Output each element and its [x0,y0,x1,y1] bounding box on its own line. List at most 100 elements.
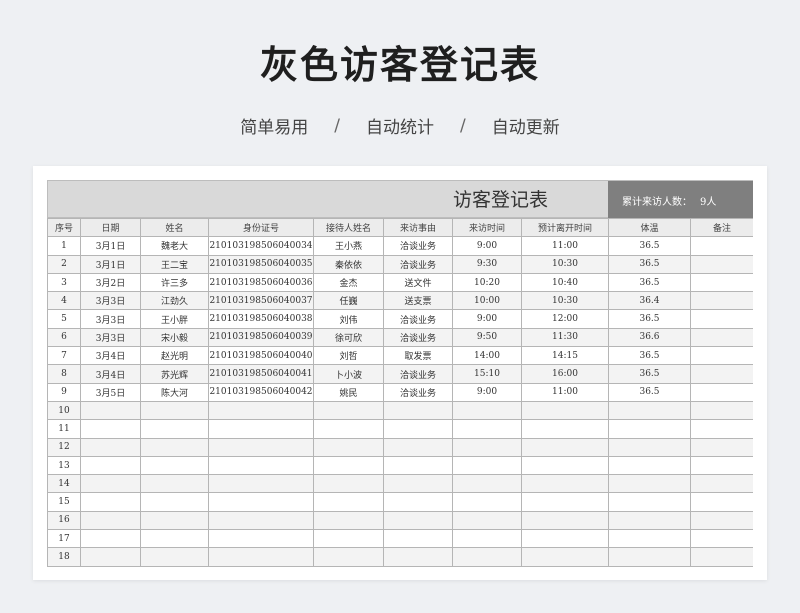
table-cell[interactable] [690,529,753,549]
table-cell[interactable]: 魏老大 [140,236,209,256]
table-cell[interactable]: 9:00 [452,236,522,256]
table-cell[interactable]: 刘哲 [313,346,384,366]
table-cell[interactable] [80,437,141,457]
table-cell[interactable] [521,510,609,531]
table-cell[interactable]: 江劲久 [140,291,209,311]
table-cell[interactable] [521,529,609,549]
table-cell[interactable]: 任巍 [313,291,384,311]
table-cell[interactable] [140,455,209,476]
table-cell[interactable]: 36.6 [608,327,691,348]
table-cell[interactable]: 210103198506040036 [208,272,314,293]
table-cell[interactable] [140,547,209,567]
table-cell[interactable]: 秦依依 [313,254,384,274]
table-cell[interactable]: 36.5 [608,254,691,274]
table-cell[interactable]: 12:00 [521,309,609,329]
table-cell[interactable]: 3月3日 [80,309,141,329]
table-cell[interactable]: 洽谈业务 [383,327,453,348]
table-cell[interactable]: 9:50 [452,327,522,348]
table-cell[interactable]: 苏光辉 [140,364,209,384]
table-cell[interactable]: 赵光明 [140,346,209,366]
table-cell[interactable]: 12 [47,437,81,457]
table-cell[interactable]: 5 [47,309,81,329]
table-cell[interactable]: 210103198506040039 [208,327,314,348]
table-cell[interactable]: 金杰 [313,272,384,293]
table-cell[interactable] [80,510,141,531]
table-cell[interactable] [208,547,314,567]
table-cell[interactable]: 210103198506040040 [208,346,314,366]
table-cell[interactable]: 王小胖 [140,309,209,329]
table-cell[interactable] [521,419,609,439]
table-cell[interactable] [452,419,522,439]
table-cell[interactable] [690,547,753,567]
table-cell[interactable] [608,474,691,494]
table-cell[interactable] [313,492,384,512]
table-cell[interactable] [608,547,691,567]
table-cell[interactable]: 11:00 [521,382,609,402]
table-cell[interactable] [140,492,209,512]
table-cell[interactable] [140,529,209,549]
table-cell[interactable] [208,529,314,549]
table-cell[interactable]: 15 [47,492,81,512]
table-cell[interactable] [208,400,314,421]
table-cell[interactable] [140,474,209,494]
table-cell[interactable]: 1 [47,236,81,256]
table-cell[interactable] [452,529,522,549]
table-cell[interactable] [690,492,753,512]
table-cell[interactable] [690,364,753,384]
table-cell[interactable]: 11 [47,419,81,439]
table-cell[interactable] [313,529,384,549]
table-cell[interactable]: 210103198506040035 [208,254,314,274]
table-cell[interactable]: 14:00 [452,346,522,366]
table-cell[interactable] [313,455,384,476]
table-cell[interactable]: 16:00 [521,364,609,384]
table-cell[interactable] [608,419,691,439]
table-cell[interactable] [208,510,314,531]
table-cell[interactable]: 210103198506040038 [208,309,314,329]
table-cell[interactable]: 10:40 [521,272,609,293]
table-cell[interactable] [608,510,691,531]
table-cell[interactable] [608,437,691,457]
table-cell[interactable]: 宋小毅 [140,327,209,348]
table-cell[interactable]: 14 [47,474,81,494]
table-cell[interactable]: 10:30 [521,254,609,274]
table-cell[interactable] [313,419,384,439]
table-cell[interactable]: 210103198506040037 [208,291,314,311]
table-cell[interactable]: 3月5日 [80,382,141,402]
table-cell[interactable] [690,400,753,421]
table-cell[interactable] [452,437,522,457]
table-cell[interactable]: 4 [47,291,81,311]
table-cell[interactable]: 14:15 [521,346,609,366]
table-cell[interactable] [383,547,453,567]
table-cell[interactable]: 18 [47,547,81,567]
table-cell[interactable]: 9 [47,382,81,402]
table-cell[interactable] [521,455,609,476]
table-cell[interactable] [208,492,314,512]
table-cell[interactable]: 许三多 [140,272,209,293]
table-cell[interactable]: 3 [47,272,81,293]
table-cell[interactable]: 10:00 [452,291,522,311]
table-cell[interactable] [313,400,384,421]
table-cell[interactable] [690,327,753,348]
table-cell[interactable]: 3月4日 [80,346,141,366]
table-cell[interactable] [521,492,609,512]
table-cell[interactable] [690,455,753,476]
table-cell[interactable]: 卜小波 [313,364,384,384]
table-cell[interactable]: 3月3日 [80,327,141,348]
table-cell[interactable] [383,437,453,457]
table-cell[interactable]: 9:00 [452,382,522,402]
table-cell[interactable]: 3月4日 [80,364,141,384]
table-cell[interactable] [383,529,453,549]
table-cell[interactable] [690,309,753,329]
table-cell[interactable]: 9:00 [452,309,522,329]
table-cell[interactable] [313,437,384,457]
table-cell[interactable] [690,236,753,256]
table-cell[interactable]: 洽谈业务 [383,382,453,402]
table-cell[interactable]: 洽谈业务 [383,364,453,384]
table-cell[interactable] [690,291,753,311]
table-cell[interactable] [383,419,453,439]
table-cell[interactable] [690,419,753,439]
table-cell[interactable]: 7 [47,346,81,366]
table-cell[interactable]: 36.5 [608,346,691,366]
table-cell[interactable]: 洽谈业务 [383,309,453,329]
table-cell[interactable] [140,419,209,439]
